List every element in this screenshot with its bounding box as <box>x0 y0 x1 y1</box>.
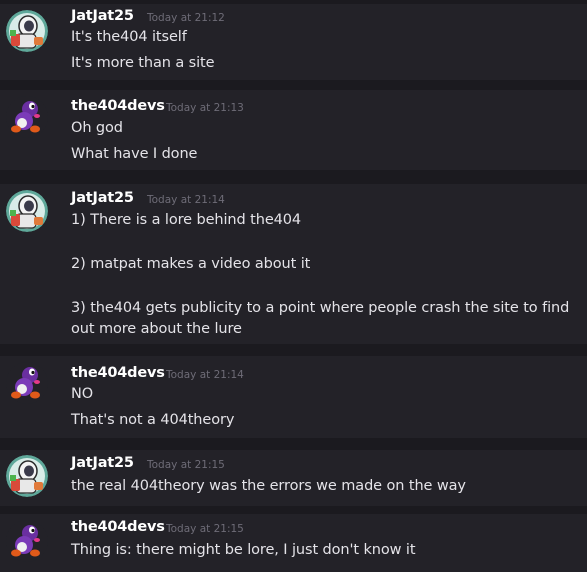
message-group: the404devs Today at 21:13 Oh god What ha… <box>0 90 587 170</box>
message-line: It's more than a site <box>71 55 215 71</box>
message-line: out more about the lure <box>71 321 242 337</box>
astronaut-avatar-icon[interactable] <box>6 455 48 497</box>
message-author[interactable]: JatJat25 <box>71 8 134 24</box>
message-timestamp: Today at 21:14 <box>166 369 244 381</box>
message-group: the404devs Today at 21:14 NO That's not … <box>0 356 587 438</box>
message-line: 2) matpat makes a video about it <box>71 256 311 272</box>
message-group: JatJat25 Today at 21:14 1) There is a lo… <box>0 184 587 344</box>
message-author[interactable]: the404devs <box>71 519 165 535</box>
astronaut-avatar-icon[interactable] <box>6 10 48 52</box>
message-author[interactable]: JatJat25 <box>71 190 134 206</box>
message-author[interactable]: JatJat25 <box>71 455 134 471</box>
message-author[interactable]: the404devs <box>71 365 165 381</box>
message-line: Thing is: there might be lore, I just do… <box>71 542 416 558</box>
message-timestamp: Today at 21:15 <box>166 523 244 535</box>
purple-yoshi-avatar-icon[interactable] <box>6 520 48 562</box>
purple-yoshi-avatar-icon[interactable] <box>6 96 48 138</box>
chat-message-list: JatJat25 Today at 21:12 It's the404 itse… <box>0 0 587 572</box>
message-line: 1) There is a lore behind the404 <box>71 212 302 228</box>
message-timestamp: Today at 21:12 <box>147 12 225 24</box>
message-group: JatJat25 Today at 21:12 It's the404 itse… <box>0 4 587 80</box>
message-line: the real 404theory was the errors we mad… <box>71 478 466 494</box>
purple-yoshi-avatar-icon[interactable] <box>6 362 48 404</box>
message-line: What have I done <box>71 146 198 162</box>
message-group: JatJat25 Today at 21:15 the real 404theo… <box>0 450 587 506</box>
message-group: the404devs Today at 21:15 Thing is: ther… <box>0 514 587 572</box>
message-line: 3) the404 gets publicity to a point wher… <box>71 300 570 316</box>
astronaut-avatar-icon[interactable] <box>6 190 48 232</box>
message-line: NO <box>71 386 94 402</box>
message-timestamp: Today at 21:15 <box>147 459 225 471</box>
message-author[interactable]: the404devs <box>71 98 165 114</box>
message-line: It's the404 itself <box>71 29 187 45</box>
message-timestamp: Today at 21:13 <box>166 102 244 114</box>
message-line: That's not a 404theory <box>71 412 235 428</box>
message-timestamp: Today at 21:14 <box>147 194 225 206</box>
message-line: Oh god <box>71 120 123 136</box>
